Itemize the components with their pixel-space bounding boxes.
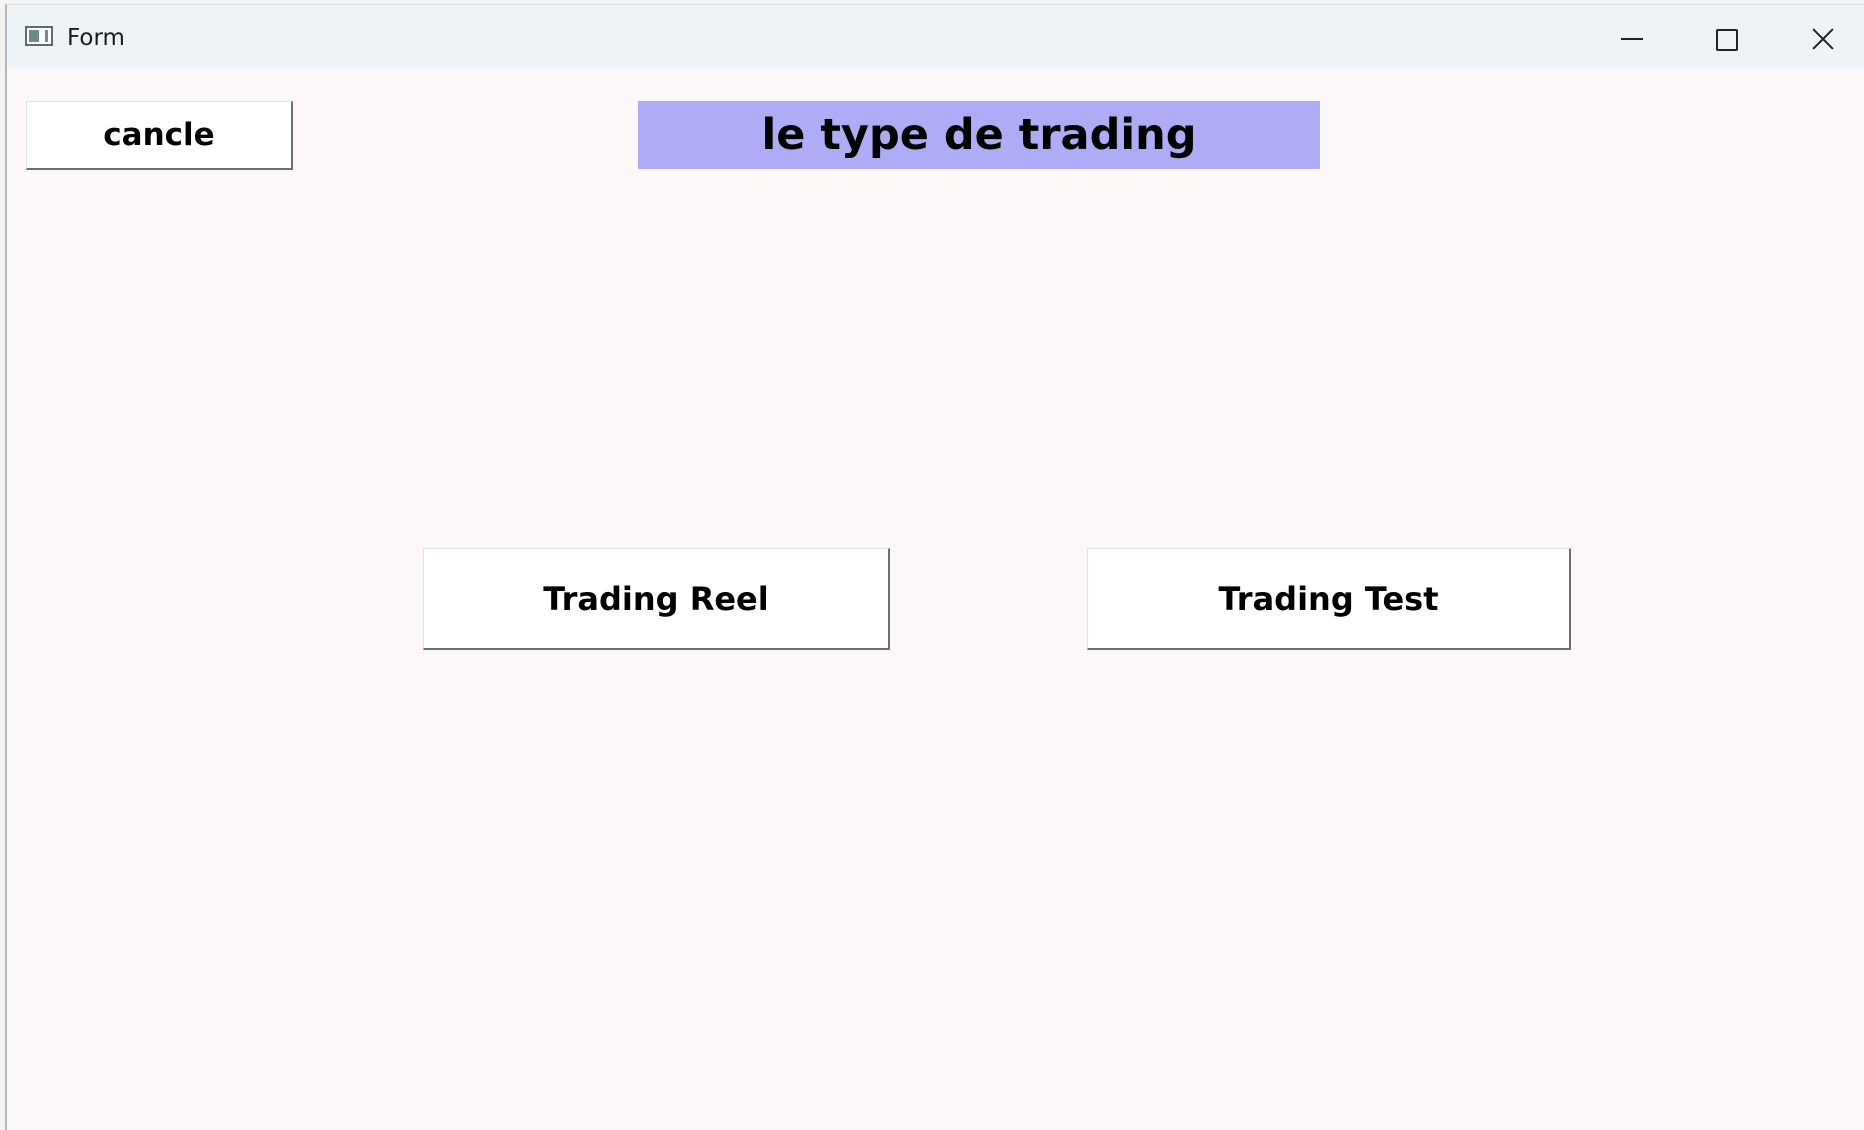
title-bar[interactable]: Form [7,5,1864,69]
trading-reel-button[interactable]: Trading Reel [423,548,890,650]
close-icon[interactable] [1787,15,1857,59]
app-icon [25,26,53,46]
minimize-icon[interactable] [1598,15,1668,59]
trading-test-button[interactable]: Trading Test [1087,548,1571,650]
page-title: le type de trading [638,101,1320,169]
cancel-button[interactable]: cancle [26,101,293,170]
window-title: Form [67,25,125,51]
app-window: Form cancle le type de trading Trading R… [5,4,1864,1130]
maximize-icon[interactable] [1692,15,1762,59]
